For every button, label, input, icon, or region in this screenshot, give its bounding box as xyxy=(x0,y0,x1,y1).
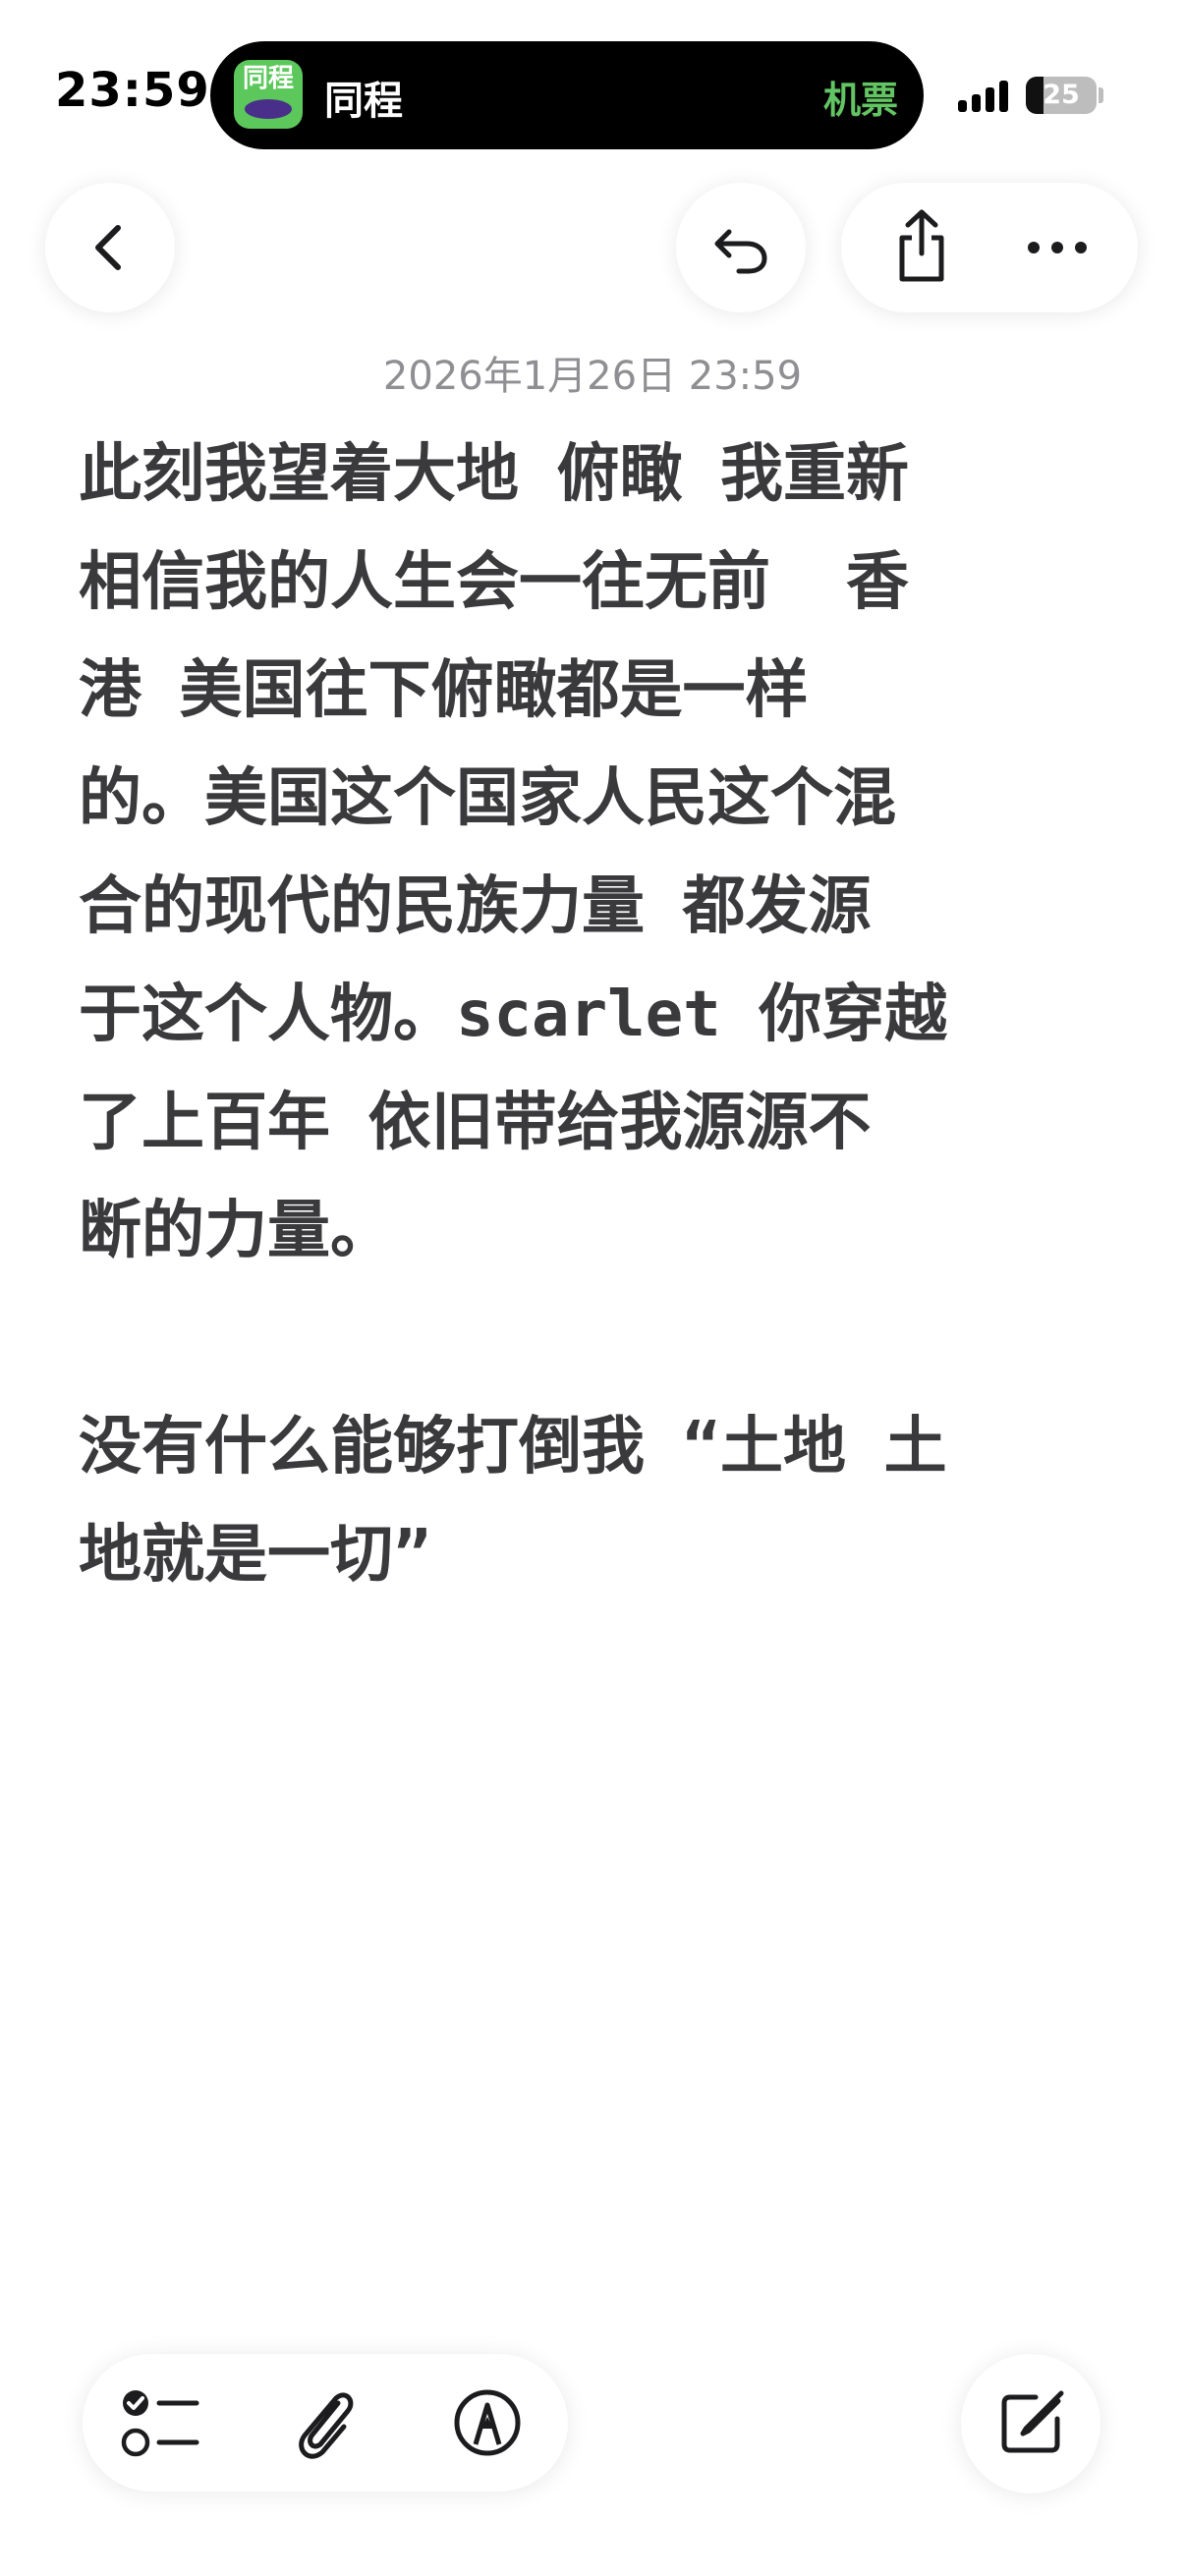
undo-icon xyxy=(714,229,767,274)
share-more-group xyxy=(841,183,1138,312)
app-icon-emblem xyxy=(245,99,292,119)
compose-icon xyxy=(1001,2390,1064,2453)
status-time: 23:59 xyxy=(55,63,210,118)
tongcheng-app-icon: 同程 xyxy=(234,60,303,129)
note-timestamp: 2026年1月26日 23:59 xyxy=(382,354,803,399)
new-note-button[interactable] xyxy=(961,2354,1100,2493)
pen-markup-icon xyxy=(454,2389,521,2456)
paperclip-icon xyxy=(299,2392,354,2459)
share-button[interactable] xyxy=(863,183,981,312)
battery-tip xyxy=(1099,87,1103,103)
note-body-text[interactable]: 此刻我望着大地 俯瞰 我重新 相信我的人生会一往无前 香 港 美国往下俯瞰都是一… xyxy=(79,420,1106,1609)
battery-icon: 25 xyxy=(1026,77,1097,114)
live-activity-label: 机票 xyxy=(822,79,898,122)
back-button[interactable] xyxy=(45,183,175,312)
battery-percent: 25 xyxy=(1043,80,1080,110)
dynamic-island-live-activity[interactable]: 同程 同程 机票 xyxy=(210,41,924,149)
bottom-toolbar xyxy=(83,2354,568,2492)
chevron-left-icon xyxy=(95,225,121,270)
checklist-icon xyxy=(121,2390,199,2457)
app-icon-text: 同程 xyxy=(242,64,294,93)
live-activity-app-name: 同程 xyxy=(324,79,403,124)
markup-button[interactable] xyxy=(428,2364,546,2482)
more-button[interactable] xyxy=(998,183,1116,312)
checklist-button[interactable] xyxy=(104,2364,222,2482)
attachment-button[interactable] xyxy=(267,2364,385,2482)
share-icon xyxy=(899,209,944,282)
ellipsis-icon xyxy=(1028,242,1087,253)
cellular-signal-icon xyxy=(958,77,1017,112)
undo-button[interactable] xyxy=(676,183,806,312)
